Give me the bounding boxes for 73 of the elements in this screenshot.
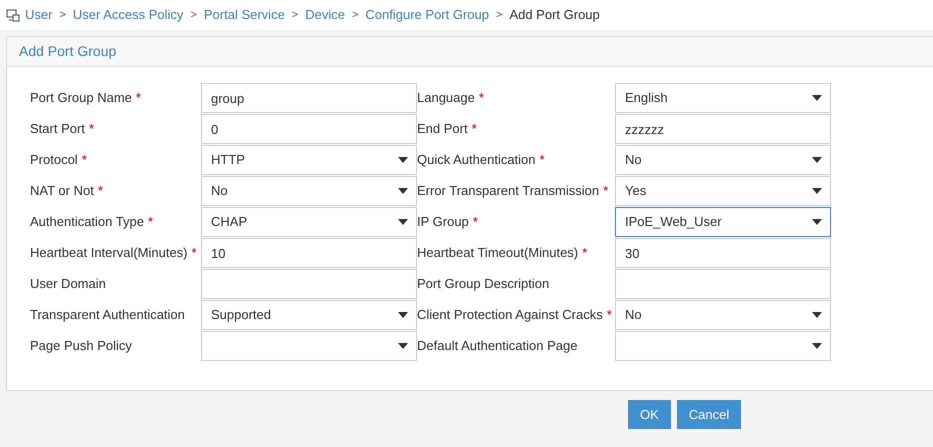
required-mark: * (606, 306, 612, 324)
select-field[interactable]: Yes (615, 176, 831, 206)
select-field[interactable]: HTTP (201, 145, 417, 175)
breadcrumb-separator: > (190, 8, 197, 23)
field-label: Start Port (30, 120, 85, 138)
breadcrumb-current: Add Port Group (509, 6, 600, 24)
text-field[interactable]: group (201, 83, 417, 113)
field-label: Port Group Description (417, 275, 550, 294)
breadcrumb-separator: > (352, 8, 358, 23)
caret-icon (812, 312, 822, 318)
caret-icon (812, 188, 822, 194)
caret-icon (812, 157, 822, 163)
breadcrumb-link[interactable]: Portal Service (204, 5, 285, 25)
required-mark: * (136, 89, 141, 108)
caret-icon (812, 219, 822, 225)
required-mark: * (478, 89, 484, 108)
select-field[interactable]: IPoE_Web_User (615, 207, 831, 237)
field-label: User Domain (30, 275, 106, 294)
field-label: Heartbeat Timeout(Minutes) (417, 244, 578, 262)
caret-icon (398, 188, 408, 194)
breadcrumb-link[interactable]: User (25, 5, 52, 25)
field-label: Language (417, 89, 475, 108)
select-field[interactable]: No (201, 176, 417, 206)
select-field[interactable] (615, 331, 831, 361)
breadcrumb-link[interactable]: User Access Policy (72, 5, 184, 25)
select-field[interactable]: English (615, 83, 831, 113)
select-field[interactable] (201, 331, 417, 361)
caret-icon (398, 157, 408, 163)
caret-icon (398, 219, 408, 225)
required-mark: * (88, 120, 94, 138)
caret-icon (812, 343, 822, 349)
required-mark: * (472, 213, 478, 232)
breadcrumb-separator: > (59, 8, 66, 23)
field-label: Default Authentication Page (417, 337, 578, 356)
field-label: Page Push Policy (30, 337, 132, 356)
select-field[interactable]: Supported (201, 300, 417, 330)
text-field[interactable]: 10 (201, 238, 417, 268)
text-field[interactable]: 30 (615, 238, 831, 268)
required-mark: * (82, 151, 87, 170)
caret-icon (812, 95, 822, 101)
field-label: End Port (417, 120, 468, 138)
breadcrumb-link[interactable]: Configure Port Group (365, 5, 489, 25)
field-label: Transparent Authentication (30, 306, 185, 324)
breadcrumb-link[interactable]: Device (305, 5, 345, 25)
select-field[interactable]: No (615, 145, 831, 175)
text-field[interactable] (201, 269, 417, 299)
field-label: Heartbeat Interval(Minutes) (30, 244, 188, 262)
panel-title: Add Port Group (19, 42, 116, 61)
breadcrumb-separator: > (292, 8, 298, 23)
network-icon (6, 8, 20, 22)
required-mark: * (603, 182, 608, 200)
field-label: Quick Authentication (417, 151, 536, 170)
text-field[interactable]: zzzzzz (615, 114, 831, 144)
text-field[interactable]: 0 (201, 114, 417, 144)
field-label: IP Group (417, 213, 469, 232)
field-label: NAT or Not (30, 182, 94, 200)
field-label: Authentication Type (30, 213, 144, 232)
required-mark: * (192, 244, 197, 262)
required-mark: * (472, 120, 477, 138)
required-mark: * (582, 244, 588, 262)
field-label: Error Transparent Transmission (417, 182, 600, 200)
select-field[interactable]: CHAP (201, 207, 417, 237)
breadcrumb-separator: > (496, 8, 502, 23)
select-field[interactable]: No (615, 300, 831, 330)
text-field[interactable] (615, 269, 831, 299)
required-mark: * (540, 151, 545, 170)
required-mark: * (148, 213, 154, 232)
required-mark: * (98, 182, 103, 200)
field-label: Client Protection Against Cracks (417, 306, 603, 324)
field-label: Protocol (30, 151, 78, 170)
caret-icon (398, 343, 408, 349)
caret-icon (398, 312, 408, 318)
field-label: Port Group Name (30, 89, 132, 108)
